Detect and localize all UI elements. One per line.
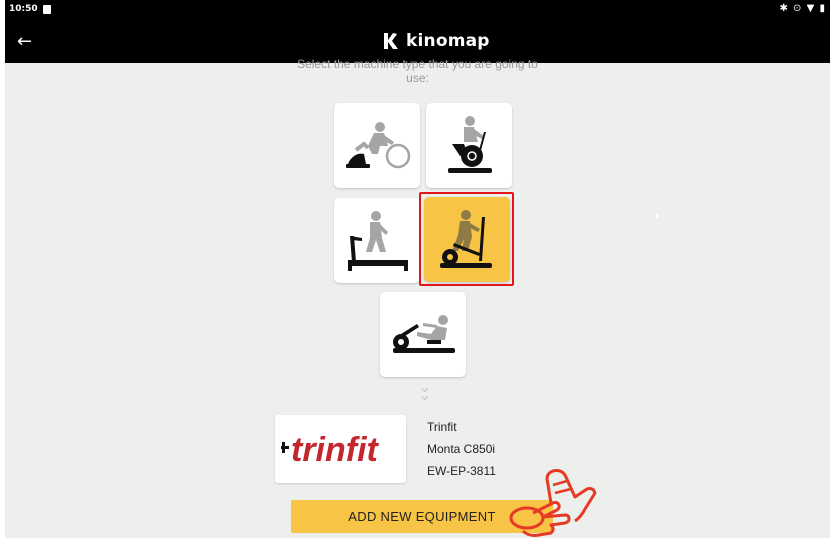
battery-icon: ▮ xyxy=(819,3,826,14)
pointing-hand-icon xyxy=(509,469,597,537)
machine-tile-rower[interactable] xyxy=(380,292,466,377)
chevron-double-down-icon[interactable]: ⌄ ⌄ xyxy=(418,380,431,404)
machine-type-prompt: Select the machine type that you are goi… xyxy=(5,57,830,85)
prompt-line-2: use: xyxy=(406,71,429,85)
selection-highlight xyxy=(419,192,514,286)
system-icons: ✱ ⊙ ▼ ▮ xyxy=(779,3,826,14)
data-icon: ⊙ xyxy=(793,3,803,14)
status-time: 10:50 xyxy=(9,4,38,14)
prompt-line-1: Select the machine type that you are goi… xyxy=(297,57,538,71)
machine-tile-exercise-bike[interactable] xyxy=(426,103,512,188)
rower-icon xyxy=(393,314,455,353)
kinomap-logo-icon xyxy=(384,33,398,49)
decorative-dot xyxy=(655,214,659,218)
arrow-back-icon[interactable]: ← xyxy=(17,31,32,52)
bluetooth-icon: ✱ xyxy=(779,3,789,14)
app-logo: kinomap xyxy=(382,31,490,51)
equipment-model: Monta C850i xyxy=(427,442,496,456)
treadmill-icon xyxy=(348,210,408,271)
equipment-brand: Trinfit xyxy=(427,420,457,434)
main-content: Select the machine type that you are goi… xyxy=(5,57,830,538)
wifi-icon: ▼ xyxy=(806,3,816,14)
exercise-bike-icon xyxy=(448,115,492,173)
equipment-code: EW-EP-3811 xyxy=(427,464,496,478)
app-logo-text: kinomap xyxy=(406,31,490,51)
machine-tile-bike-trainer[interactable] xyxy=(334,103,420,188)
status-bar: 10:50 ✱ ⊙ ▼ ▮ xyxy=(5,0,830,21)
equipment-info: Trinfit Monta C850i EW-EP-3811 xyxy=(427,416,496,482)
trinfit-logo-text: trinfit xyxy=(291,431,380,469)
machine-tile-treadmill[interactable] xyxy=(334,198,420,283)
notification-icon xyxy=(43,5,51,14)
bike-trainer-icon xyxy=(346,121,411,168)
trinfit-logo: trinfit xyxy=(280,431,380,469)
equipment-brand-logo: trinfit xyxy=(275,415,406,483)
